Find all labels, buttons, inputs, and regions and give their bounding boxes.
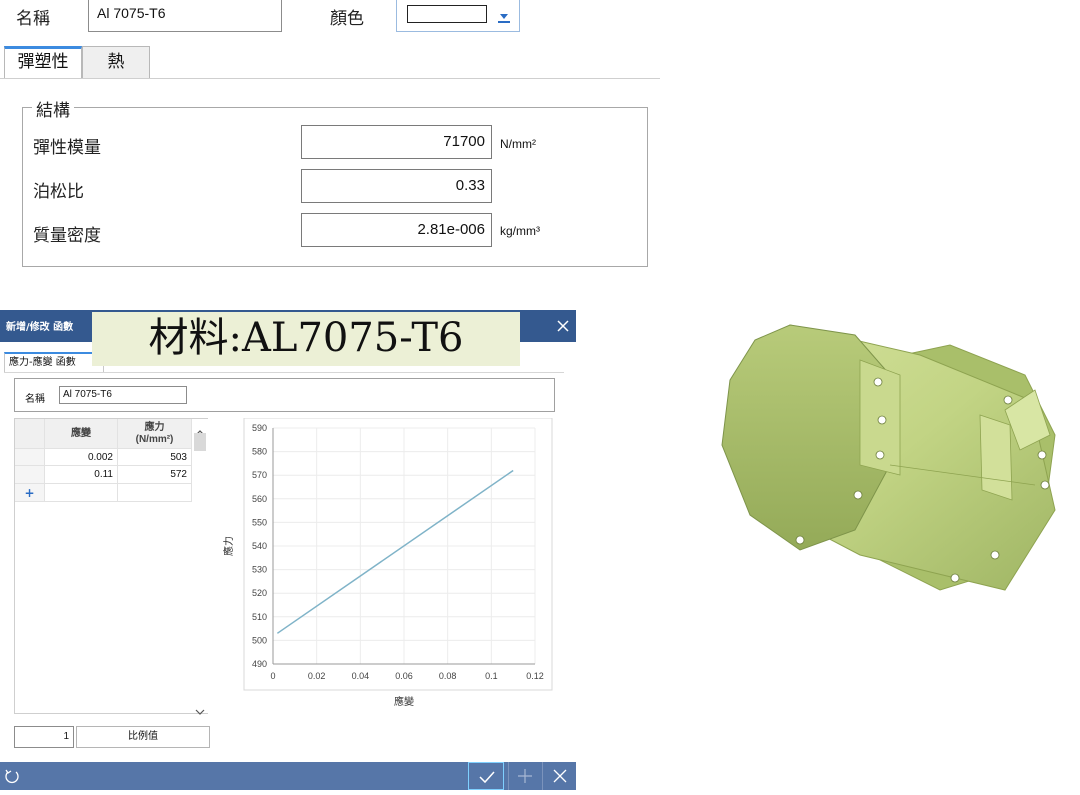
- x-tick-label: 0: [270, 671, 275, 681]
- y-tick-label: 520: [252, 588, 267, 598]
- dialog-name-value: Al 7075-T6: [63, 389, 112, 400]
- add-icon[interactable]: [508, 762, 540, 790]
- material-properties-panel: 名稱 Al 7075-T6 顏色 彈塑性 熱 結構 彈性模量 71700 N/m…: [0, 0, 660, 267]
- x-tick-label: 0.12: [526, 671, 544, 681]
- scale-value-field[interactable]: 1: [14, 726, 74, 748]
- stress-cell[interactable]: 572: [118, 466, 192, 484]
- chevron-down-icon[interactable]: [497, 9, 511, 23]
- chart-panel: 490 500 510 520 530 540 550 560 570 580 590 0 0.02 0.…: [214, 417, 554, 714]
- material-name-value: Al 7075-T6: [97, 5, 166, 21]
- stress-strain-chart: 490 500 510 520 530 540 550 560 570 580 590 0 0.02 0.…: [222, 417, 553, 708]
- tab-strip-line: [0, 78, 660, 79]
- stress-strain-table: 應變 應力 (N/mm²) 0.002 503 0.11 572 +: [14, 418, 208, 715]
- y-tick-label: 530: [252, 565, 267, 575]
- y-tick-label: 490: [252, 659, 267, 669]
- empty-cell[interactable]: [45, 484, 118, 502]
- x-tick-label: 0.1: [485, 671, 498, 681]
- row-header: [15, 449, 45, 466]
- material-name-field[interactable]: Al 7075-T6: [88, 0, 282, 32]
- x-tick-label: 0.08: [439, 671, 457, 681]
- x-axis-title: 應變: [394, 695, 414, 708]
- confirm-button[interactable]: [468, 762, 504, 790]
- strain-cell[interactable]: 0.11: [45, 466, 118, 484]
- mass-density-label: 質量密度: [33, 226, 101, 246]
- y-tick-label: 590: [252, 423, 267, 433]
- elastic-modulus-field[interactable]: 71700: [301, 125, 492, 159]
- name-group: 名稱 Al 7075-T6: [14, 378, 555, 412]
- scrollbar-thumb[interactable]: [194, 433, 206, 451]
- color-picker[interactable]: [396, 0, 520, 32]
- y-tick-label: 500: [252, 635, 267, 645]
- stress-cell[interactable]: 503: [118, 449, 192, 466]
- table-corner: [15, 419, 45, 449]
- x-tick-label: 0.04: [352, 671, 370, 681]
- y-tick-label: 510: [252, 612, 267, 622]
- mass-density-field[interactable]: 2.81e-006: [301, 213, 492, 247]
- y-tick-label: 580: [252, 447, 267, 457]
- scroll-up-icon[interactable]: [195, 422, 205, 436]
- poisson-ratio-field[interactable]: 0.33: [301, 169, 492, 203]
- poisson-ratio-label: 泊松比: [33, 182, 84, 202]
- dialog-name-label: 名稱: [25, 394, 45, 405]
- y-axis-title: 應力: [222, 536, 235, 556]
- elastic-modulus-unit: N/mm²: [500, 137, 536, 151]
- scroll-down-icon[interactable]: [195, 701, 205, 715]
- tab-stress-strain[interactable]: 應力-應變 函數: [4, 352, 104, 372]
- color-swatch: [407, 5, 487, 23]
- x-tick-label: 0.02: [308, 671, 326, 681]
- vertical-scrollbar[interactable]: [192, 419, 208, 715]
- tab-content-border: [4, 372, 564, 373]
- tab-thermal[interactable]: 熱: [82, 46, 150, 78]
- y-tick-label: 560: [252, 494, 267, 504]
- mass-density-unit: kg/mm³: [500, 224, 540, 238]
- material-title-banner: 材料:AL7075-T6: [92, 312, 520, 366]
- empty-cell[interactable]: [118, 484, 192, 502]
- name-label: 名稱: [16, 9, 50, 29]
- reset-icon[interactable]: [4, 768, 20, 784]
- dialog-name-field[interactable]: Al 7075-T6: [59, 386, 187, 404]
- chart-frame: [243, 417, 553, 691]
- y-tick-label: 550: [252, 517, 267, 527]
- color-label: 顏色: [330, 9, 364, 29]
- scale-value-button[interactable]: 比例值: [76, 726, 210, 748]
- function-dialog: 新增/修改 函數 應力-應變 函數 名稱 Al 7075-T6 應變 應力 (N…: [0, 310, 576, 790]
- cancel-icon[interactable]: [542, 762, 576, 790]
- column-header-strain[interactable]: 應變: [45, 419, 118, 449]
- close-icon[interactable]: [556, 318, 570, 332]
- octagonal-block-model: [721, 324, 1056, 591]
- add-row-button[interactable]: +: [15, 484, 45, 502]
- x-tick-label: 0.06: [395, 671, 413, 681]
- strain-cell[interactable]: 0.002: [45, 449, 118, 466]
- y-tick-label: 570: [252, 470, 267, 480]
- dialog-bottom-bar: [0, 762, 576, 790]
- model-viewport: [650, 210, 1080, 690]
- column-header-stress[interactable]: 應力 (N/mm²): [118, 419, 192, 449]
- tab-elastoplastic[interactable]: 彈塑性: [4, 46, 82, 78]
- row-header: [15, 466, 45, 484]
- elastic-modulus-label: 彈性模量: [33, 138, 101, 158]
- y-tick-label: 540: [252, 541, 267, 551]
- dialog-title: 新增/修改 函數: [6, 322, 74, 333]
- structure-group-label: 結構: [32, 96, 74, 121]
